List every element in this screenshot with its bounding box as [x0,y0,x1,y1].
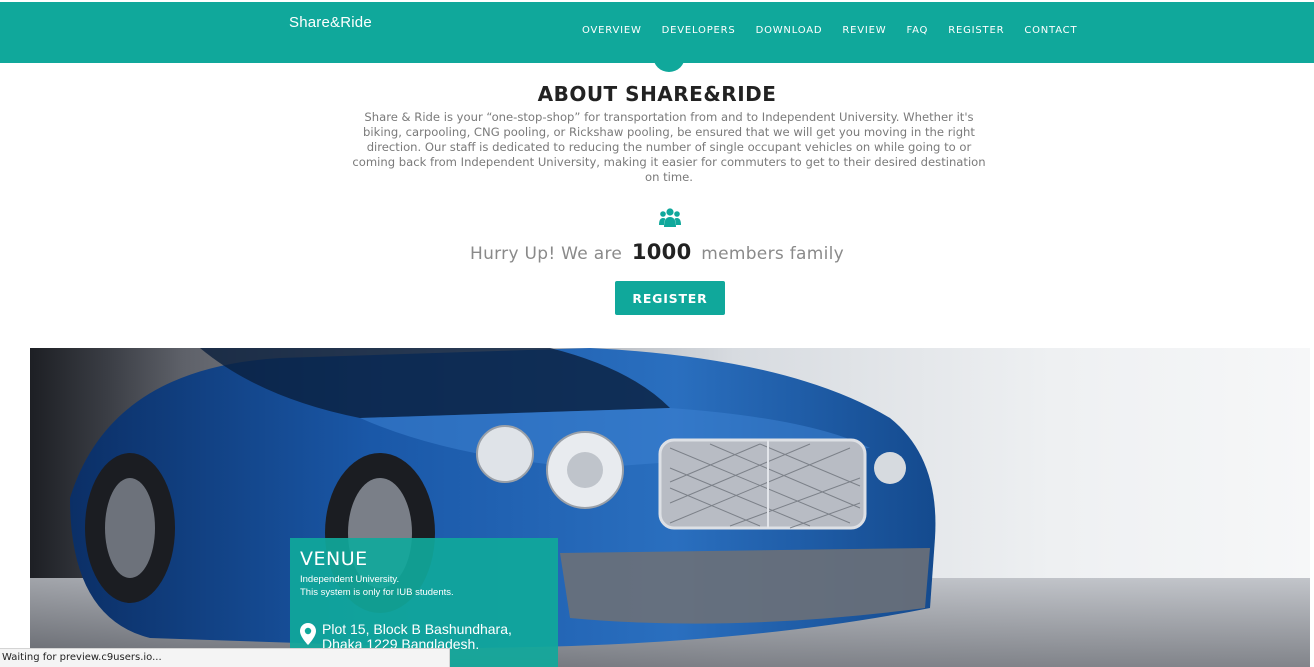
hero-car-image [30,348,1310,667]
nav-item-developers[interactable]: DEVELOPERS [662,25,736,36]
members-suffix: members family [701,244,844,264]
address-line-1: Plot 15, Block B Bashundhara, [322,621,512,637]
nav-item-contact[interactable]: CONTACT [1024,25,1077,36]
register-button[interactable]: REGISTER [615,281,725,315]
users-icon [659,208,681,227]
nav-item-review[interactable]: REVIEW [842,25,886,36]
nav-item-download[interactable]: DOWNLOAD [756,25,823,36]
map-pin-icon [300,623,316,645]
members-counter: Hurry Up! We are 1000 members family [0,240,1314,264]
members-count: 1000 [631,240,692,264]
venue-line-1: Independent University. [300,574,400,585]
about-description: Share & Ride is your “one-stop-shop” for… [352,110,986,184]
nav-menu: OVERVIEW DEVELOPERS DOWNLOAD REVIEW FAQ … [582,25,1077,36]
nav-item-faq[interactable]: FAQ [906,25,928,36]
about-title: ABOUT SHARE&RIDE [537,82,777,106]
brand-logo[interactable]: Share&Ride [289,14,372,31]
members-prefix: Hurry Up! We are [470,244,623,264]
nav-item-register[interactable]: REGISTER [948,25,1004,36]
venue-title: VENUE [300,548,368,570]
venue-line-2: This system is only for IUB students. [300,587,454,598]
nav-item-overview[interactable]: OVERVIEW [582,25,642,36]
browser-status-bar: Waiting for preview.c9users.io... [0,648,450,667]
section-emblem-icon [653,52,685,74]
car-illustration [30,348,1310,667]
